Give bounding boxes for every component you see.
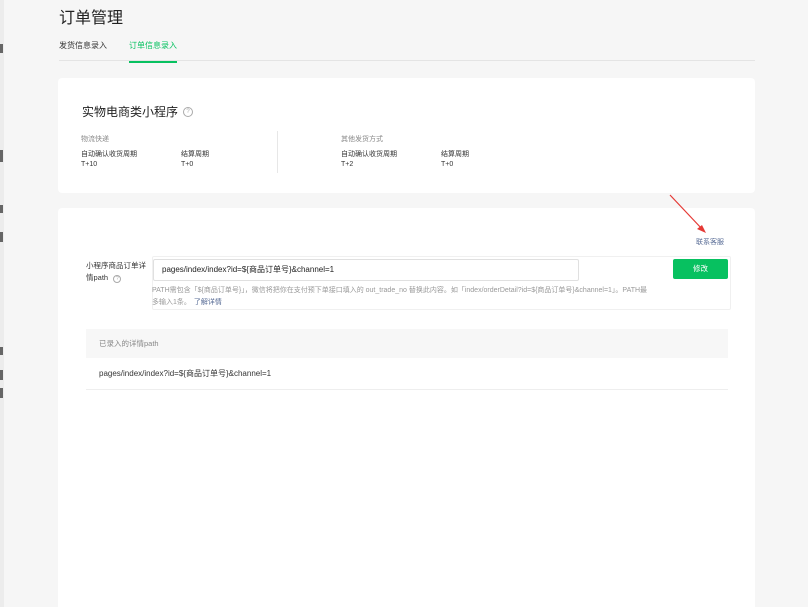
contact-support-link[interactable]: 联系客服 [696, 237, 724, 247]
settlement-period-item: 结算周期 T+0 [181, 149, 209, 168]
summary-title: 实物电商类小程序 ? [82, 103, 194, 120]
help-icon[interactable]: ? [183, 106, 194, 117]
confirm-period-item: 自动确认收货周期 T+10 [81, 149, 137, 168]
summary-title-text: 实物电商类小程序 [82, 105, 179, 119]
path-hint: PATH需包含「${商品订单号}」，微信将把你在支付预下单接口填入的 out_t… [152, 285, 652, 309]
info-icon[interactable]: ? [113, 275, 122, 283]
confirm-period-label: 自动确认收货周期 [81, 151, 137, 158]
page-title: 订单管理 [59, 10, 124, 27]
table-row: pages/index/index?id=${商品订单号}&channel=1 [86, 358, 728, 390]
settlement-period-label: 结算周期 [441, 151, 469, 158]
learn-more-link[interactable]: 了解详情 [194, 299, 222, 306]
confirm-period-value: T+2 [341, 161, 354, 168]
summary-card: 实物电商类小程序 ? 物流快递 自动确认收货周期 T+10 结算周期 T+0 其… [58, 78, 755, 193]
group-divider [277, 131, 278, 173]
path-field-label: 小程序商品订单详情path ? [86, 260, 150, 284]
group-title: 物流快递 [81, 136, 109, 143]
confirm-period-value: T+10 [81, 161, 98, 168]
settlement-period-label: 结算周期 [181, 151, 209, 158]
confirm-period-item: 自动确认收货周期 T+2 [341, 149, 397, 168]
other-shipping-group: 其他发货方式 自动确认收货周期 T+2 结算周期 T+0 [341, 134, 531, 168]
path-hint-text: PATH需包含「${商品订单号}」，微信将把你在支付预下单接口填入的 out_t… [152, 287, 648, 306]
window-left-edge [0, 0, 4, 607]
table-header: 已录入的详情path [86, 329, 728, 358]
table-row-path: pages/index/index?id=${商品订单号}&channel=1 [99, 369, 272, 378]
modify-button[interactable]: 修改 [673, 259, 728, 279]
table-header-label: 已录入的详情path [99, 339, 159, 348]
settlement-period-item: 结算周期 T+0 [441, 149, 469, 168]
settlement-period-value: T+0 [441, 161, 454, 168]
confirm-period-label: 自动确认收货周期 [341, 151, 397, 158]
tab-order-info[interactable]: 订单信息录入 [129, 40, 177, 63]
tab-shipping-info[interactable]: 发货信息录入 [59, 40, 107, 61]
settlement-period-value: T+0 [181, 161, 194, 168]
logistics-group: 物流快递 自动确认收货周期 T+10 结算周期 T+0 [81, 134, 271, 168]
path-input[interactable]: pages/index/index?id=${商品订单号}&channel=1 [153, 259, 579, 281]
group-title: 其他发货方式 [341, 136, 383, 143]
path-card: 联系客服 小程序商品订单详情path ? pages/index/index?i… [58, 208, 755, 607]
tab-bar: 发货信息录入 订单信息录入 [59, 40, 755, 63]
